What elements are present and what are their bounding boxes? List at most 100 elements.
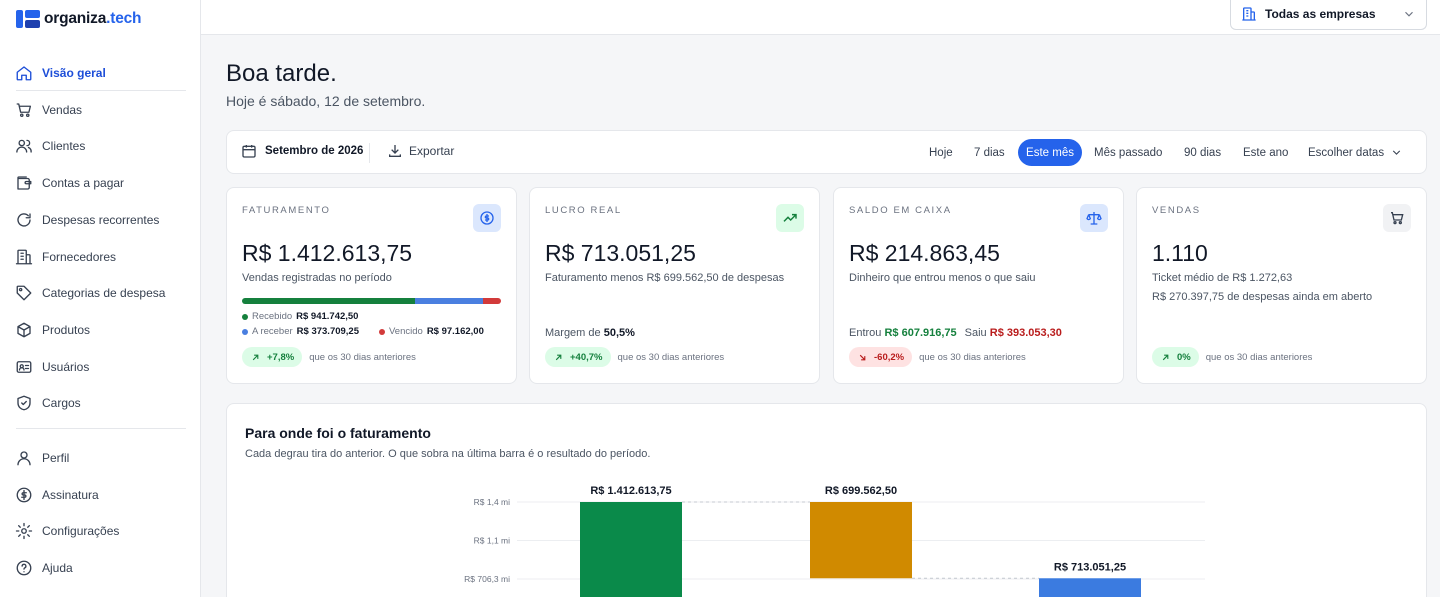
divider [369, 143, 370, 163]
sidebar-item-label: Assinatura [42, 487, 99, 502]
sidebar-item-configuracoes[interactable]: Configurações [0, 515, 201, 547]
legend-dot [379, 328, 385, 335]
period-choose-dates[interactable]: Escolher datas [1300, 139, 1411, 166]
overdue-segment [483, 298, 501, 304]
sidebar-item-usuarios[interactable]: Usuários [0, 351, 201, 383]
period-last-month[interactable]: Mês passado [1086, 139, 1170, 166]
legend-received: Recebido R$ 941.742,50 [242, 311, 358, 322]
margin-value: 50,5% [603, 327, 635, 339]
y-tick-label: R$ 1,4 mi [474, 497, 510, 507]
sidebar-item-contas-a-pagar[interactable]: Contas a pagar [0, 167, 201, 199]
sidebar-item-cargos[interactable]: Cargos [0, 387, 201, 419]
change-value: +7,8% [267, 351, 295, 363]
sidebar-item-perfil[interactable]: Perfil [0, 442, 201, 474]
export-label: Exportar [409, 144, 455, 158]
y-tick-label: R$ 1,1 mi [474, 536, 510, 546]
margin-line: Margem de 50,5% [545, 327, 635, 339]
sidebar-item-label: Visão geral [42, 66, 106, 80]
refresh-icon [17, 213, 31, 227]
arrow-up-right-icon [252, 354, 259, 360]
comparison-label: que os 30 dias anteriores [919, 351, 1026, 363]
export-button[interactable]: Exportar [387, 143, 454, 159]
nav-divider [16, 90, 186, 91]
receivable-segment [414, 298, 484, 304]
legend-label: Vencido [389, 326, 423, 337]
comparison: -60,2% que os 30 dias anteriores [849, 347, 1026, 367]
y-tick-label: R$ 706,3 mi [464, 574, 510, 584]
period-this-month[interactable]: Este mês [1018, 139, 1082, 166]
sidebar-item-label: Ajuda [42, 561, 73, 576]
month-label: Setembro de 2026 [265, 145, 364, 157]
revenue-status-bar [242, 298, 501, 304]
period-7-days[interactable]: 7 dias [966, 139, 1013, 166]
trending-up-icon [776, 204, 804, 232]
sidebar: organiza.tech Visão geral Vendas Clientes C… [0, 0, 201, 597]
sidebar-item-categorias-de-despesa[interactable]: Categorias de despesa [0, 277, 201, 309]
sidebar-item-visao-geral[interactable]: Visão geral [0, 57, 201, 89]
arrow-up-right-icon [555, 354, 562, 360]
sidebar-item-despesas-recorrentes[interactable]: Despesas recorrentes [0, 204, 201, 236]
profit-subtitle: Faturamento menos R$ 699.562,50 de despe… [545, 272, 785, 284]
card-title: FATURAMENTO [242, 205, 331, 216]
received-segment [242, 298, 415, 304]
sales-value: 1.110 [1152, 240, 1208, 266]
revenue-value: R$ 1.412.613,75 [242, 240, 413, 266]
comparison-label: que os 30 dias anteriores [309, 351, 416, 363]
scale-icon [1080, 204, 1108, 232]
cash-subtitle: Dinheiro que entrou menos o que saiu [849, 272, 1036, 284]
card-title: LUCRO REAL [545, 205, 622, 216]
legend-dot [242, 328, 248, 335]
change-badge: -60,2% [849, 347, 913, 367]
period-90-days[interactable]: 90 dias [1176, 139, 1229, 166]
sidebar-item-label: Produtos [42, 322, 91, 337]
legend-label: A receber [252, 326, 293, 337]
box-icon [17, 322, 31, 338]
choose-dates-label: Escolher datas [1308, 146, 1385, 159]
period-today[interactable]: Hoje [921, 139, 961, 166]
change-value: -60,2% [874, 351, 905, 363]
company-select[interactable]: Todas as empresas [1230, 0, 1427, 30]
sales-card: VENDAS 1.110 Ticket médio de R$ 1.272,63… [1136, 187, 1427, 384]
waterfall-bar [1039, 578, 1141, 597]
cart-icon [1383, 204, 1411, 232]
sidebar-item-clientes[interactable]: Clientes [0, 130, 201, 162]
waterfall-panel: Para onde foi o faturamento Cada degrau … [226, 403, 1427, 597]
sidebar-item-label: Cargos [42, 396, 81, 411]
cash-out-value: R$ 393.053,30 [989, 327, 1062, 339]
sidebar-item-assinatura[interactable]: Assinatura [0, 479, 201, 511]
brand-tld: .tech [106, 10, 142, 27]
date-line: Hoje é sábado, 12 de setembro. [226, 93, 426, 109]
month-picker[interactable]: Setembro de 2026 [241, 143, 363, 159]
bar-value-label: R$ 713.051,25 [1054, 561, 1126, 573]
profit-card: LUCRO REAL R$ 713.051,25 Faturamento men… [529, 187, 820, 384]
sidebar-item-label: Contas a pagar [42, 176, 125, 191]
period-this-year[interactable]: Este ano [1235, 139, 1296, 166]
company-select-label: Todas as empresas [1265, 7, 1376, 21]
sidebar-item-produtos[interactable]: Produtos [0, 314, 201, 346]
users-icon [16, 140, 32, 154]
legend-value: R$ 373.709,25 [296, 326, 360, 337]
sidebar-item-label: Perfil [42, 451, 70, 465]
brand-name: organiza [44, 10, 107, 27]
brand-logo[interactable]: organiza.tech [16, 9, 142, 29]
comparison-label: que os 30 dias anteriores [1205, 351, 1313, 363]
arrow-down-right-icon [859, 354, 866, 360]
change-badge: 0% [1152, 347, 1199, 367]
sidebar-item-vendas[interactable]: Vendas [0, 94, 201, 126]
legend-receivable: A receber R$ 373.709,25 [242, 326, 359, 337]
comparison: +7,8% que os 30 dias anteriores [242, 347, 416, 367]
chevron-down-icon [1392, 150, 1401, 155]
legend-value: R$ 97.162,00 [426, 326, 484, 337]
dollar-circle-icon [16, 487, 32, 503]
gear-icon [15, 523, 33, 540]
cash-in: Entrou R$ 607.916,75 [849, 327, 957, 339]
bar-value-label: R$ 699.562,50 [825, 485, 897, 497]
legend-overdue: Vencido R$ 97.162,00 [379, 326, 484, 337]
sidebar-item-ajuda[interactable]: Ajuda [0, 552, 201, 584]
sidebar-item-fornecedores[interactable]: Fornecedores [0, 241, 201, 273]
cart-icon [16, 103, 32, 117]
comparison-label: que os 30 dias anteriores [617, 351, 725, 363]
legend-value: R$ 941.742,50 [296, 311, 359, 322]
card-title: VENDAS [1152, 205, 1201, 216]
change-value: +40,7% [570, 351, 603, 363]
